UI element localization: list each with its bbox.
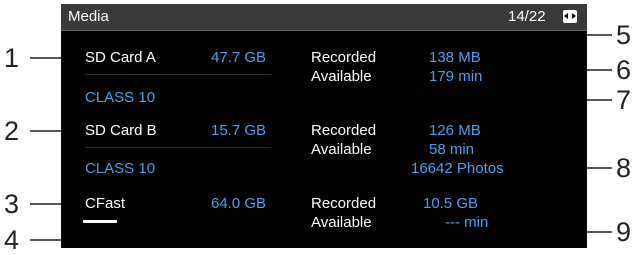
available-value-sd-a: 179 min [429, 68, 483, 85]
capacity-sd-b: 15.7 GB [211, 122, 267, 139]
callout-8: 8 [616, 153, 632, 183]
recorded-value-sd-b: 126 MB [429, 122, 481, 139]
speed-class-sd-b: CLASS 10 [85, 160, 156, 177]
photos-remaining-sd-b: 16642 Photos [411, 160, 504, 177]
available-label-sd-a: Available [311, 68, 372, 85]
recorded-value-cfast: 10.5 GB [423, 195, 479, 212]
page-arrows-icon[interactable] [563, 10, 577, 23]
available-value-cfast: --- min [445, 214, 489, 231]
callout-2: 2 [4, 116, 20, 146]
recorded-value-sd-a: 138 MB [429, 49, 481, 66]
usage-bar-track-sd-b [85, 147, 271, 148]
callout-3: 3 [4, 189, 20, 219]
capacity-cfast: 64.0 GB [211, 195, 267, 212]
callout-5: 5 [616, 20, 632, 50]
recorded-label-sd-b: Recorded [311, 122, 377, 139]
available-label-cfast: Available [311, 214, 372, 231]
usage-bar-track-sd-a [85, 74, 271, 75]
capacity-sd-a: 47.7 GB [211, 49, 267, 66]
media-info-screen: Media 14/22 SD Card A 47.7 GB Recorded 1… [61, 4, 587, 248]
cfast-usage-indicator [83, 220, 117, 223]
available-value-sd-b: 58 min [429, 141, 475, 158]
media-name-sd-a: SD Card A [85, 49, 156, 66]
speed-class-sd-a: CLASS 10 [85, 89, 156, 106]
callout-6: 6 [616, 55, 632, 85]
recorded-label-sd-a: Recorded [311, 49, 377, 66]
media-name-sd-b: SD Card B [85, 122, 157, 139]
callout-7: 7 [616, 85, 632, 115]
page-indicator: 14/22 [508, 8, 546, 25]
media-name-cfast: CFast [85, 195, 126, 212]
callout-9: 9 [616, 217, 632, 247]
screen-title: Media [68, 8, 109, 25]
callout-4: 4 [4, 225, 20, 255]
recorded-label-cfast: Recorded [311, 195, 377, 212]
callout-1: 1 [4, 43, 20, 73]
available-label-sd-b: Available [311, 141, 372, 158]
header-bar: Media 14/22 [61, 4, 587, 31]
